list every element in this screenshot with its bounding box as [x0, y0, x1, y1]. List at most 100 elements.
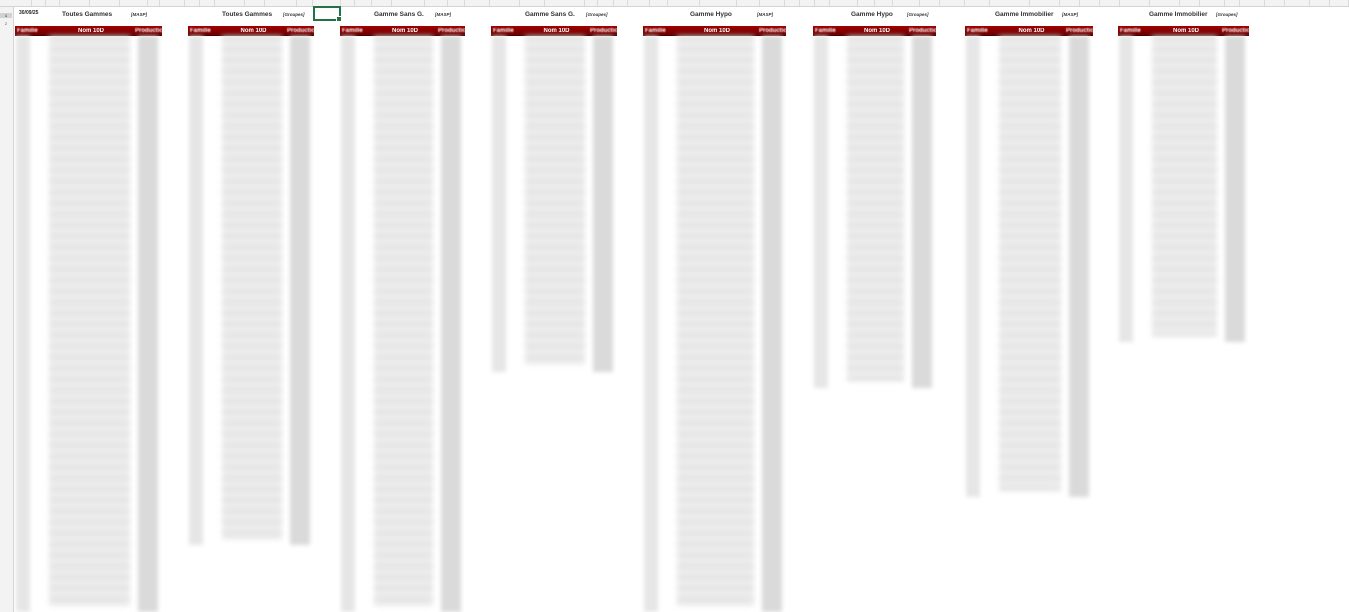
table-header-col3[interactable]: Production: [438, 28, 465, 34]
column-header-cell[interactable]: [1030, 0, 1060, 6]
column-header-cell[interactable]: [355, 0, 372, 6]
family-column-cells[interactable]: [966, 36, 980, 497]
column-header-cell[interactable]: [940, 0, 965, 6]
column-header-cell[interactable]: [120, 0, 148, 6]
production-column-cells[interactable]: [1225, 36, 1245, 342]
column-header-cell[interactable]: [760, 0, 785, 6]
table-header-col2[interactable]: Nom 10D: [997, 28, 1066, 34]
table-header-col1[interactable]: Famille: [813, 28, 845, 34]
column-header-cell[interactable]: [628, 0, 650, 6]
column-header-cell[interactable]: [1120, 0, 1150, 6]
column-header-cell[interactable]: [185, 0, 200, 6]
production-column-cells[interactable]: [441, 36, 461, 612]
column-header-cell[interactable]: [1265, 0, 1285, 6]
production-column-cells[interactable]: [138, 36, 158, 612]
table-header-col1[interactable]: Famille: [15, 28, 47, 34]
column-header-cell[interactable]: [1100, 0, 1120, 6]
block-subtitle[interactable]: [Groupes]: [1216, 12, 1238, 17]
column-header-cell[interactable]: [372, 0, 392, 6]
table-header-col1[interactable]: Famille: [188, 28, 220, 34]
family-column-cells[interactable]: [341, 36, 355, 612]
family-column-cells[interactable]: [1119, 36, 1133, 342]
table-header-col3[interactable]: Production: [287, 28, 314, 34]
block-title[interactable]: Gamme Immobilier: [995, 11, 1054, 18]
family-column-cells[interactable]: [189, 36, 203, 545]
table-header-col2[interactable]: Nom 10D: [47, 28, 135, 34]
table-header-col2[interactable]: Nom 10D: [675, 28, 759, 34]
column-header-cell[interactable]: [148, 0, 160, 6]
table-header-col1[interactable]: Famille: [965, 28, 997, 34]
column-header-cell[interactable]: [1200, 0, 1225, 6]
column-header-cell[interactable]: [1225, 0, 1240, 6]
column-header-cell[interactable]: [920, 0, 940, 6]
block-title[interactable]: Gamme Sans G.: [374, 11, 424, 18]
table-header-col3[interactable]: Production: [1066, 28, 1093, 34]
name-column-cells[interactable]: [1152, 36, 1217, 336]
column-header-cell[interactable]: [425, 0, 448, 6]
block-title[interactable]: Gamme Hypo: [851, 11, 893, 18]
column-header-cell[interactable]: [160, 0, 185, 6]
column-header-cell[interactable]: [990, 0, 1030, 6]
table-header-col3[interactable]: Production: [590, 28, 617, 34]
table-header-col1[interactable]: Famille: [340, 28, 372, 34]
column-header-cell[interactable]: [245, 0, 265, 6]
column-header-cell[interactable]: [1080, 0, 1100, 6]
name-column-cells[interactable]: [222, 36, 282, 539]
column-header-cell[interactable]: [585, 0, 598, 6]
column-header-cell[interactable]: [13, 0, 32, 6]
column-header-cell[interactable]: [815, 0, 830, 6]
table-header-col3[interactable]: Production: [759, 28, 786, 34]
column-header-cell[interactable]: [60, 0, 90, 6]
column-header-cell[interactable]: [598, 0, 614, 6]
name-column-cells[interactable]: [999, 36, 1061, 491]
name-column-cells[interactable]: [49, 36, 130, 606]
production-column-cells[interactable]: [762, 36, 782, 612]
production-column-cells[interactable]: [912, 36, 932, 388]
block-title[interactable]: Gamme Sans G.: [525, 11, 575, 18]
table-header-col1[interactable]: Famille: [643, 28, 675, 34]
block-subtitle[interactable]: [MASP]: [1062, 12, 1078, 17]
family-column-cells[interactable]: [814, 36, 828, 388]
column-header-cell[interactable]: [650, 0, 668, 6]
production-column-cells[interactable]: [593, 36, 613, 372]
column-header-cell[interactable]: [1180, 0, 1200, 6]
column-header-cell[interactable]: [200, 0, 215, 6]
table-header-col2[interactable]: Nom 10D: [372, 28, 438, 34]
name-column-cells[interactable]: [525, 36, 585, 366]
family-column-cells[interactable]: [644, 36, 658, 612]
table-header-col3[interactable]: Production: [1222, 28, 1249, 34]
column-header-cell[interactable]: [737, 0, 760, 6]
production-column-cells[interactable]: [290, 36, 310, 545]
column-header-cell[interactable]: [90, 0, 120, 6]
block-subtitle[interactable]: [Groupes]: [586, 12, 608, 17]
name-column-cells[interactable]: [677, 36, 754, 606]
block-title[interactable]: Gamme Immobilier: [1149, 11, 1208, 18]
table-header-col2[interactable]: Nom 10D: [1150, 28, 1222, 34]
name-column-cells[interactable]: [374, 36, 433, 606]
table-header-col2[interactable]: Nom 10D: [845, 28, 909, 34]
table-header-col2[interactable]: Nom 10D: [523, 28, 590, 34]
column-header-cell[interactable]: [830, 0, 858, 6]
column-header-cell[interactable]: [490, 0, 520, 6]
family-column-cells[interactable]: [492, 36, 506, 372]
column-header-cell[interactable]: [297, 0, 313, 6]
table-header-col1[interactable]: Famille: [1118, 28, 1150, 34]
selected-cell[interactable]: [313, 6, 342, 22]
column-header-cell[interactable]: [1285, 0, 1310, 6]
column-header-cell[interactable]: [1060, 0, 1080, 6]
column-header-cell[interactable]: [700, 0, 737, 6]
column-header-cell[interactable]: [1310, 0, 1330, 6]
date-cell[interactable]: 30/09/25: [19, 10, 38, 16]
column-header-bar[interactable]: [0, 0, 1349, 7]
column-header-cell[interactable]: [668, 0, 700, 6]
column-header-cell[interactable]: [341, 0, 355, 6]
column-header-cell[interactable]: [46, 0, 60, 6]
column-header-cell[interactable]: [32, 0, 46, 6]
block-subtitle[interactable]: [MASP]: [131, 12, 147, 17]
block-subtitle[interactable]: [Groupes]: [283, 12, 305, 17]
block-title[interactable]: Toutes Gammes: [222, 11, 272, 18]
column-header-cell[interactable]: [875, 0, 893, 6]
table-header-col1[interactable]: Famille: [491, 28, 523, 34]
column-header-cell[interactable]: [785, 0, 800, 6]
table-header-col3[interactable]: Production: [135, 28, 162, 34]
